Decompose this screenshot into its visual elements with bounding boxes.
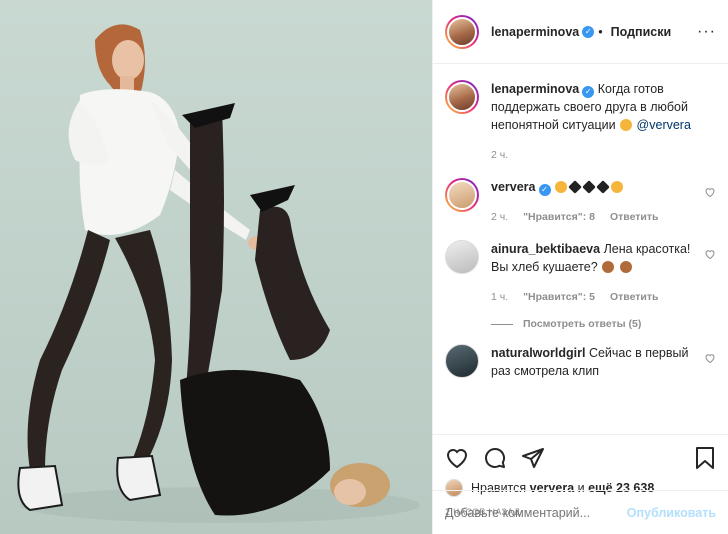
view-replies-button[interactable]: Посмотреть ответы (5) bbox=[491, 318, 716, 330]
comment-meta: 1 ч. "Нравится": 5 Ответить bbox=[491, 288, 694, 306]
comments-list[interactable]: lenaperminova ✓ Когда готов поддержать св… bbox=[433, 64, 728, 434]
emoji-icon bbox=[620, 119, 633, 131]
monkey-emoji-icon bbox=[602, 261, 615, 273]
comment-likes[interactable]: "Нравится": 5 bbox=[523, 291, 595, 303]
reply-button[interactable]: Ответить bbox=[610, 291, 659, 303]
black-heart-icon bbox=[596, 180, 610, 194]
post-photo[interactable] bbox=[0, 0, 432, 534]
laughing-emoji-icon bbox=[554, 181, 567, 193]
author-avatar[interactable] bbox=[445, 14, 479, 49]
more-options-icon[interactable]: ··· bbox=[697, 23, 716, 41]
comment-avatar[interactable] bbox=[445, 240, 479, 274]
comment-item: ainura_bektibaeva Лена красотка! Вы хлеб… bbox=[445, 240, 716, 306]
following-button[interactable]: Подписки bbox=[611, 25, 672, 39]
reply-button[interactable]: Ответить bbox=[610, 211, 659, 223]
comment-username[interactable]: ververa bbox=[491, 180, 536, 194]
like-comment-heart-icon[interactable] bbox=[704, 248, 716, 260]
view-replies-label: Посмотреть ответы (5) bbox=[523, 318, 642, 330]
like-heart-icon[interactable] bbox=[445, 446, 469, 470]
comment-username[interactable]: ainura_bektibaeva bbox=[491, 242, 600, 256]
comment-time[interactable]: 1 ч. bbox=[491, 291, 508, 303]
comment-username[interactable]: naturalworldgirl bbox=[491, 346, 585, 360]
comment-likes[interactable]: "Нравится": 8 bbox=[523, 211, 595, 223]
like-comment-heart-icon[interactable] bbox=[704, 352, 716, 364]
add-comment-bar: Опубликовать bbox=[433, 490, 728, 534]
instagram-post: lenaperminova ✓ • Подписки ··· lenapermi… bbox=[0, 0, 728, 534]
post-header: lenaperminova ✓ • Подписки ··· bbox=[433, 0, 728, 64]
comment-avatar[interactable] bbox=[445, 178, 479, 212]
caption-mention-link[interactable]: @ververa bbox=[637, 118, 691, 132]
post-side-panel: lenaperminova ✓ • Подписки ··· lenapermi… bbox=[432, 0, 728, 534]
author-username[interactable]: lenaperminova bbox=[491, 25, 579, 39]
replies-divider bbox=[491, 323, 513, 325]
comment-avatar[interactable] bbox=[445, 344, 479, 378]
monkey-emoji-icon bbox=[619, 261, 632, 273]
caption-username[interactable]: lenaperminova bbox=[491, 82, 579, 96]
caption-meta: 2 ч. bbox=[491, 146, 694, 164]
bookmark-icon[interactable] bbox=[694, 446, 716, 470]
like-comment-heart-icon[interactable] bbox=[704, 186, 716, 198]
separator: • bbox=[598, 24, 603, 39]
hugging-emoji-icon bbox=[610, 181, 623, 193]
verified-badge-icon: ✓ bbox=[582, 86, 595, 98]
comment-item: naturalworldgirl Сейчас в первый раз смо… bbox=[445, 344, 716, 380]
post-photo-illustration bbox=[17, 24, 420, 523]
comment-bubble-icon[interactable] bbox=[483, 446, 507, 470]
action-icons bbox=[445, 445, 716, 471]
publish-button[interactable]: Опубликовать bbox=[627, 506, 716, 520]
black-heart-icon bbox=[568, 180, 582, 194]
black-heart-icon bbox=[582, 180, 596, 194]
caption-time[interactable]: 2 ч. bbox=[491, 149, 508, 161]
comment-item: ververa ✓ 2 ч. "Нравится": 8 Ответить bbox=[445, 178, 716, 226]
verified-badge-icon: ✓ bbox=[582, 25, 595, 38]
comment-time[interactable]: 2 ч. bbox=[491, 211, 508, 223]
share-paper-plane-icon[interactable] bbox=[521, 446, 545, 470]
post-caption: lenaperminova ✓ Когда готов поддержать св… bbox=[445, 80, 716, 164]
verified-badge-icon: ✓ bbox=[538, 184, 551, 196]
caption-avatar[interactable] bbox=[445, 80, 479, 114]
add-comment-input[interactable] bbox=[445, 505, 627, 520]
comment-meta: 2 ч. "Нравится": 8 Ответить bbox=[491, 208, 694, 226]
